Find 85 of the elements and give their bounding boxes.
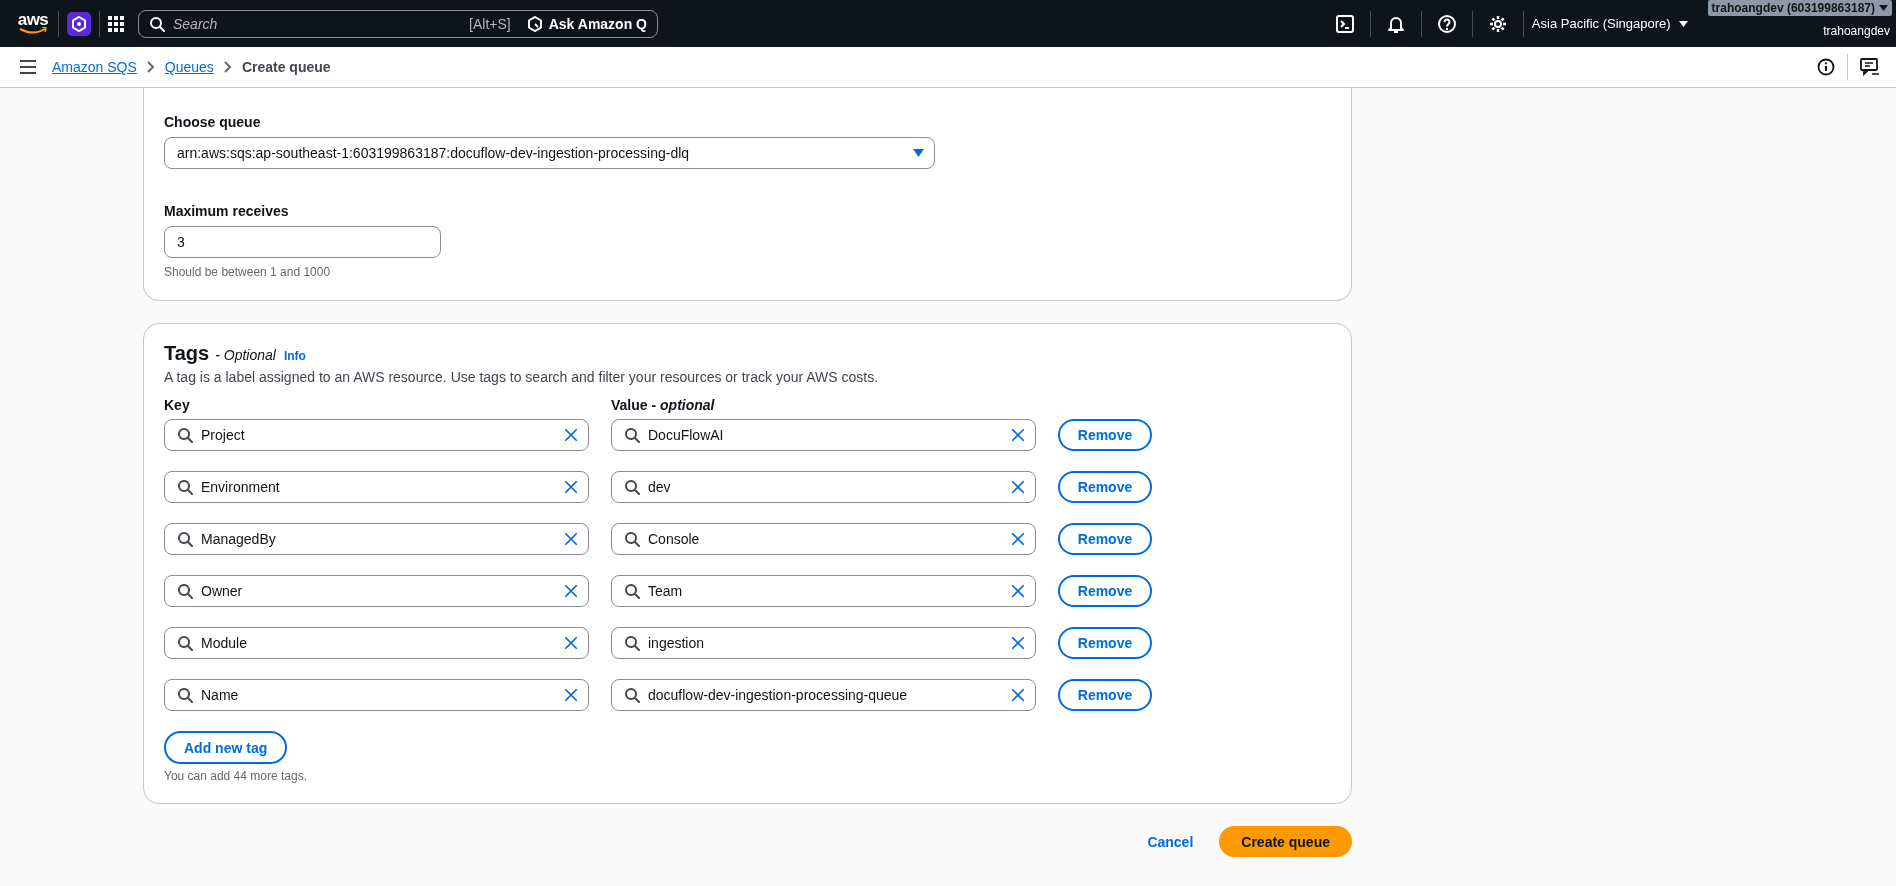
key-input[interactable]: Name <box>164 679 589 711</box>
clear-icon[interactable] <box>564 584 578 598</box>
number-input[interactable]: 3 <box>164 226 441 258</box>
clear-icon[interactable] <box>1011 428 1025 442</box>
search-icon <box>624 635 640 651</box>
clear-icon[interactable] <box>564 688 578 702</box>
clear-icon[interactable] <box>1011 688 1025 702</box>
terminal-icon[interactable] <box>1334 13 1355 34</box>
section-title: Tags <box>164 342 210 365</box>
field-hint: Should be between 1 and 1000 <box>164 265 332 279</box>
value-input[interactable]: ingestion <box>611 627 1036 659</box>
clear-icon[interactable] <box>564 636 578 650</box>
aws-smile-icon <box>18 27 48 35</box>
search-icon <box>624 479 640 495</box>
remove-button[interactable]: Remove <box>1058 471 1152 503</box>
search-icon <box>624 427 640 443</box>
value-input[interactable]: Team <box>611 575 1036 607</box>
info-link[interactable]: Info <box>283 349 306 363</box>
column-label: Key <box>164 396 191 415</box>
settings-icon[interactable] <box>1487 13 1508 34</box>
app-icon[interactable] <box>67 11 91 36</box>
clear-icon[interactable] <box>1011 584 1025 598</box>
field-label: Choose queue <box>164 113 262 132</box>
search-icon <box>177 687 193 703</box>
account-menu[interactable]: trahoangdev (603199863187) <box>1707 0 1892 16</box>
remove-button[interactable]: Remove <box>1058 679 1152 711</box>
key-input[interactable]: Environment <box>164 471 589 503</box>
value-input[interactable]: docuflow-dev-ingestion-processing-queue <box>611 679 1036 711</box>
clear-icon[interactable] <box>564 428 578 442</box>
column-label: Value - optional <box>611 396 716 415</box>
help-icon[interactable] <box>1436 13 1457 34</box>
remove-button[interactable]: Remove <box>1058 575 1152 607</box>
key-input[interactable]: Project <box>164 419 589 451</box>
search-icon <box>177 531 193 547</box>
clear-icon[interactable] <box>564 480 578 494</box>
search-field[interactable]: Search [Alt+S] Ask Amazon Q <box>138 9 658 38</box>
clear-icon[interactable] <box>1011 480 1025 494</box>
chevron-right-icon <box>223 61 232 73</box>
key-input[interactable]: Owner <box>164 575 589 607</box>
key-input[interactable]: ManagedBy <box>164 523 589 555</box>
region-selector[interactable]: Asia Pacific (Singapore) <box>1531 16 1688 31</box>
queue-select[interactable]: arn:aws:sqs:ap-southeast-1:603199863187:docuflow-dev-ingestion-processing-dlq <box>164 137 935 169</box>
chevron-right-icon <box>146 61 155 73</box>
optional-label: - Optional <box>215 347 276 363</box>
caret-down-icon <box>1879 5 1888 11</box>
info-icon[interactable] <box>1817 58 1835 76</box>
remove-button[interactable]: Remove <box>1058 523 1152 555</box>
ask-q-label: Ask Amazon Q <box>548 15 647 32</box>
feedback-icon[interactable] <box>1860 58 1880 76</box>
breadcrumb-link[interactable]: Queues <box>164 59 214 75</box>
create-queue-button[interactable]: Create queue <box>1219 826 1352 857</box>
caret-down-icon <box>913 149 924 157</box>
clear-icon[interactable] <box>1011 532 1025 546</box>
search-icon <box>177 583 193 599</box>
search-icon <box>177 427 193 443</box>
ask-amazon-q-button[interactable]: Ask Amazon Q <box>526 15 647 32</box>
search-icon <box>177 635 193 651</box>
value-input[interactable]: dev <box>611 471 1036 503</box>
add-tag-button[interactable]: Add new tag <box>164 731 288 764</box>
search-icon <box>624 531 640 547</box>
breadcrumb-link[interactable]: Amazon SQS <box>52 59 137 75</box>
search-icon <box>177 479 193 495</box>
logo-text: aws <box>17 12 49 27</box>
remove-button[interactable]: Remove <box>1058 419 1152 451</box>
caret-down-icon <box>1678 20 1688 27</box>
section-description: A tag is a label assigned to an AWS resource. Use tags to search and filter your resources or track your AWS costs. <box>164 368 880 387</box>
field-label: Maximum receives <box>164 202 290 221</box>
search-icon <box>624 583 640 599</box>
aws-logo[interactable]: aws <box>16 12 50 35</box>
apps-grid-icon[interactable] <box>108 15 124 32</box>
remove-button[interactable]: Remove <box>1058 627 1152 659</box>
value-input[interactable]: Console <box>611 523 1036 555</box>
key-input[interactable]: Module <box>164 627 589 659</box>
hexagon-icon <box>526 15 543 32</box>
tag-limit-hint: You can add 44 more tags. <box>164 769 308 783</box>
search-icon <box>624 687 640 703</box>
clear-icon[interactable] <box>564 532 578 546</box>
clear-icon[interactable] <box>1011 636 1025 650</box>
value-input[interactable]: DocuFlowAI <box>611 419 1036 451</box>
cancel-link[interactable]: Cancel <box>1147 833 1194 850</box>
search-icon <box>149 15 165 32</box>
menu-icon[interactable] <box>20 60 36 74</box>
breadcrumb-current: Create queue <box>241 59 331 75</box>
username: trahoangdev <box>1823 24 1891 38</box>
shortcut-hint: [Alt+S] <box>469 15 511 32</box>
